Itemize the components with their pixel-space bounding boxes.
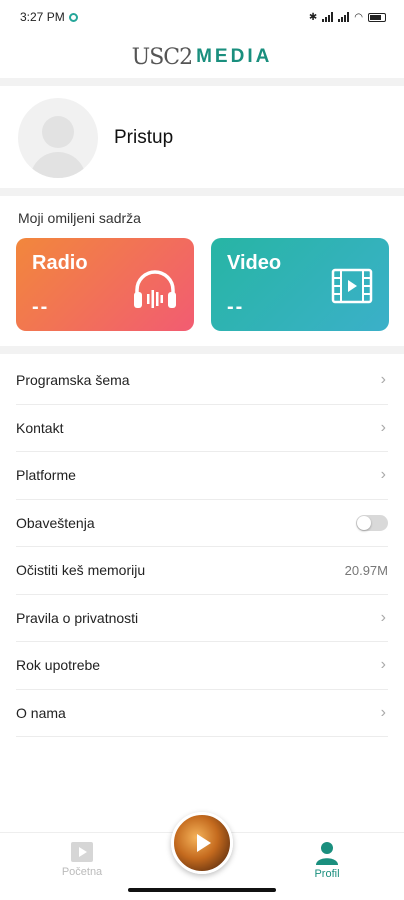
nav-profile[interactable]: Profil	[287, 841, 367, 880]
nav-profile-label: Profil	[314, 868, 340, 880]
battery-icon	[368, 12, 386, 22]
menu-item-programska-sema[interactable]: Programska šema ›	[16, 357, 388, 405]
radio-favorites-card[interactable]: Radio --	[16, 238, 194, 331]
login-label[interactable]: Pristup	[114, 127, 173, 149]
chevron-right-icon: ›	[380, 371, 386, 389]
chevron-right-icon: ›	[380, 466, 386, 484]
home-video-icon	[71, 842, 93, 862]
menu-item-label: Programska šema	[16, 372, 130, 389]
nav-home-label: Početna	[61, 866, 103, 878]
menu-item-obavestenja: Obaveštenja	[16, 500, 388, 547]
app-logo: USC2 MEDIA	[0, 36, 404, 78]
signal-icon-2	[338, 12, 350, 22]
menu-item-privacy-policy[interactable]: Pravila o privatnosti ›	[16, 595, 388, 642]
chevron-right-icon: ›	[380, 703, 386, 721]
video-card-count: --	[227, 296, 245, 318]
signal-icon	[322, 12, 334, 22]
wifi-icon: ◠	[354, 11, 363, 23]
radio-card-count: --	[32, 296, 50, 318]
divider	[0, 78, 404, 86]
chevron-right-icon: ›	[380, 608, 386, 626]
user-icon	[316, 842, 338, 865]
menu-item-terms-of-use[interactable]: Rok upotrebe ›	[16, 642, 388, 690]
logo-text: MEDIA	[196, 46, 273, 67]
status-left: 3:27 PM	[20, 10, 78, 24]
menu-item-label: Kontakt	[16, 419, 64, 436]
avatar[interactable]	[18, 98, 98, 178]
favorites-title: Moji omiljeni sadrža	[18, 210, 141, 226]
status-time: 3:27 PM	[20, 10, 65, 24]
divider	[0, 188, 404, 196]
menu-item-label: O nama	[16, 704, 66, 721]
notifications-toggle[interactable]	[356, 514, 388, 531]
menu-item-about[interactable]: O nama ›	[16, 690, 388, 737]
settings-menu: Programska šema › Kontakt › Platforme › …	[16, 357, 388, 737]
avatar-body	[30, 152, 86, 178]
cache-size: 20.97M	[344, 562, 388, 578]
avatar-head	[42, 116, 74, 148]
home-indicator[interactable]	[128, 888, 276, 892]
play-icon	[197, 834, 211, 852]
headphones-icon	[134, 270, 176, 308]
chevron-right-icon: ›	[380, 418, 386, 436]
menu-item-label: Pravila o privatnosti	[16, 609, 139, 626]
divider	[0, 346, 404, 354]
menu-item-label: Rok upotrebe	[16, 657, 101, 674]
film-icon	[331, 268, 373, 304]
nav-home[interactable]: Početna	[42, 841, 122, 878]
profile-section[interactable]: Pristup	[0, 90, 404, 186]
app-indicator-icon	[68, 12, 78, 22]
status-right: ✱ ◠	[309, 12, 386, 23]
menu-item-label: Obaveštenja	[16, 514, 95, 531]
player-button[interactable]	[171, 812, 233, 874]
chevron-right-icon: ›	[380, 656, 386, 674]
bluetooth-icon: ✱	[308, 11, 318, 23]
menu-item-platforme[interactable]: Platforme ›	[16, 452, 388, 500]
logo-mark: USC2	[131, 44, 193, 70]
menu-item-label: Platforme	[16, 467, 76, 484]
menu-item-clear-cache[interactable]: Očistiti keš memoriju 20.97M	[16, 547, 388, 595]
menu-item-label: Očistiti keš memoriju	[16, 562, 146, 579]
menu-item-kontakt[interactable]: Kontakt ›	[16, 405, 388, 452]
status-bar: 3:27 PM ✱ ◠	[0, 0, 404, 34]
video-favorites-card[interactable]: Video --	[211, 238, 389, 331]
